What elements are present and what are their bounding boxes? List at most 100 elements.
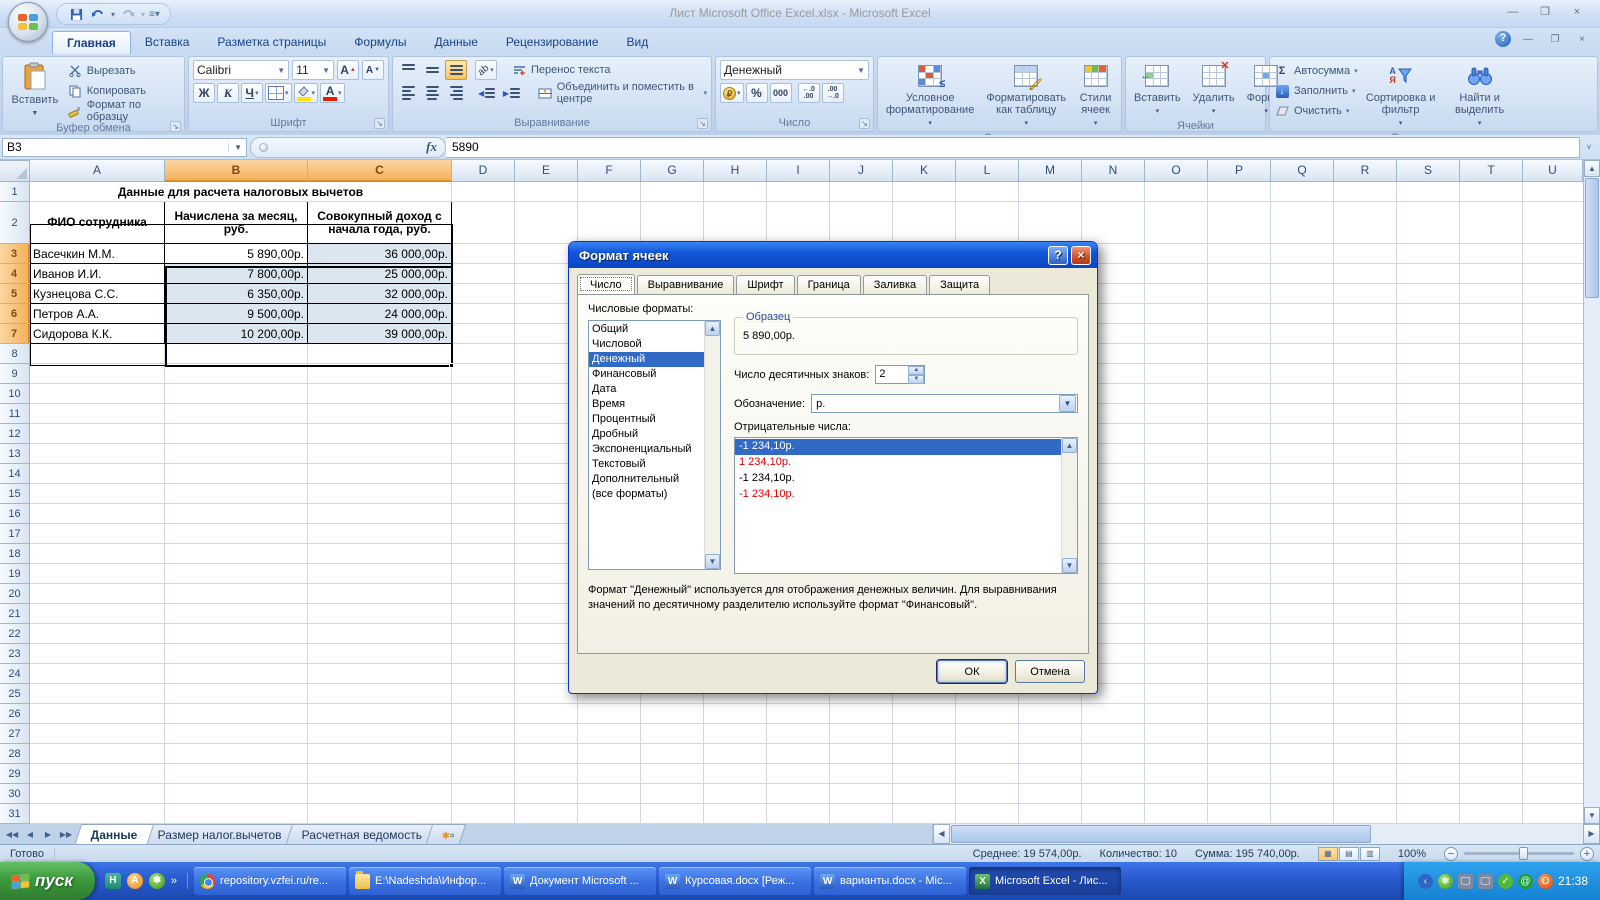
taskbar-task-2[interactable]: WДокумент Microsoft ... <box>504 867 656 895</box>
cell-empty[interactable] <box>30 804 165 824</box>
ribbon-tab-Данные[interactable]: Данные <box>421 31 492 54</box>
row-header-3[interactable]: 3 <box>0 244 30 264</box>
cell-empty[interactable] <box>30 644 165 664</box>
negative-scrollbar[interactable]: ▲▼ <box>1061 438 1077 573</box>
decrease-indent-button[interactable]: ◀ <box>475 83 498 103</box>
horizontal-scroll-thumb[interactable] <box>951 825 1371 843</box>
font-name-combo[interactable]: Calibri▼ <box>193 60 289 80</box>
cell-empty[interactable] <box>30 724 165 744</box>
cell-empty[interactable] <box>308 464 452 484</box>
cell-month-amount[interactable]: 10 200,00р. <box>165 324 308 344</box>
wb-close-icon[interactable]: × <box>1572 34 1592 45</box>
dialog-title-bar[interactable]: Формат ячеек ? × <box>569 242 1097 268</box>
cell-empty[interactable] <box>30 384 165 404</box>
clipboard-dialog-launcher-icon[interactable]: ↘ <box>170 121 181 132</box>
comma-style-button[interactable]: 000 <box>770 83 792 103</box>
undo-dropdown-icon[interactable]: ▾ <box>111 10 115 19</box>
save-icon[interactable] <box>67 5 85 23</box>
cell-month-amount[interactable]: 6 350,00р. <box>165 284 308 304</box>
cells-empty-region[interactable] <box>452 202 1583 244</box>
font-dialog-launcher-icon[interactable]: ↘ <box>374 118 385 129</box>
prev-sheet-icon[interactable]: ◀ <box>22 830 38 839</box>
taskbar-task-1[interactable]: E:\Nadeshda\Инфор... <box>349 867 501 895</box>
find-select-button[interactable]: Найти и выделить▾ <box>1444 60 1516 132</box>
horizontal-scrollbar[interactable]: ◀ ▶ <box>932 824 1600 844</box>
format-option-Дата[interactable]: Дата <box>589 382 704 397</box>
cell-empty[interactable] <box>308 564 452 584</box>
cell-empty[interactable] <box>308 644 452 664</box>
cells-empty-region[interactable] <box>452 744 1583 764</box>
tray-network-icon-1[interactable]: 🖵 <box>1458 874 1473 889</box>
shrink-font-button[interactable]: А▼ <box>362 60 384 80</box>
cell-empty[interactable] <box>30 764 165 784</box>
align-left-button[interactable] <box>397 83 419 103</box>
insert-cells-button[interactable]: ← Вставить▾ <box>1130 60 1185 120</box>
align-right-button[interactable] <box>445 83 467 103</box>
negative-option-2[interactable]: -1 234,10р. <box>735 471 1061 487</box>
cell-table-title[interactable]: Данные для расчета налоговых вычетов <box>30 182 452 202</box>
align-top-button[interactable] <box>397 60 419 80</box>
ribbon-tab-Рецензирование[interactable]: Рецензирование <box>492 31 613 54</box>
scroll-down-icon[interactable]: ▼ <box>1584 807 1600 824</box>
cell-empty[interactable] <box>165 344 308 364</box>
align-bottom-button[interactable] <box>445 60 467 80</box>
last-sheet-icon[interactable]: ▶▶ <box>58 830 74 839</box>
help-icon[interactable]: ? <box>1495 31 1511 47</box>
number-dialog-launcher-icon[interactable]: ↘ <box>859 118 870 129</box>
font-color-button[interactable]: А▾ <box>320 83 345 103</box>
cell-empty[interactable] <box>308 344 452 364</box>
clear-button[interactable]: Очистить▾ <box>1274 102 1358 120</box>
increase-decimal-button[interactable]: ←.0.00 <box>798 83 820 103</box>
cell-empty[interactable] <box>165 724 308 744</box>
ribbon-tab-Вставка[interactable]: Вставка <box>131 31 204 54</box>
row-header-1[interactable]: 1 <box>0 182 30 202</box>
ribbon-tab-Главная[interactable]: Главная <box>52 31 131 54</box>
cell-empty[interactable] <box>165 664 308 684</box>
cell-empty[interactable] <box>30 484 165 504</box>
cell-empty[interactable] <box>308 784 452 804</box>
zoom-out-icon[interactable]: − <box>1444 847 1458 861</box>
row-header-29[interactable]: 29 <box>0 764 30 784</box>
sort-filter-button[interactable]: АЯ Сортировка и фильтр▾ <box>1362 60 1440 132</box>
cell-empty[interactable] <box>30 584 165 604</box>
format-option-Числовой[interactable]: Числовой <box>589 337 704 352</box>
cell-empty[interactable] <box>165 644 308 664</box>
spinner-up-icon[interactable]: ▲ <box>908 366 924 375</box>
conditional-formatting-button[interactable]: ≤ Условное форматирование▾ <box>882 60 978 132</box>
cell-empty[interactable] <box>308 524 452 544</box>
increase-indent-button[interactable]: ▶ <box>500 83 523 103</box>
column-header-A[interactable]: A <box>30 160 165 182</box>
cell-empty[interactable] <box>165 764 308 784</box>
cell-empty[interactable] <box>30 424 165 444</box>
cell-empty[interactable] <box>308 584 452 604</box>
underline-button[interactable]: Ч▾ <box>241 83 263 103</box>
zoom-level[interactable]: 100% <box>1398 848 1426 860</box>
cell-empty[interactable] <box>308 504 452 524</box>
fill-button[interactable]: ↓ Заполнить▾ <box>1274 82 1358 100</box>
grow-font-button[interactable]: А▲ <box>337 60 359 80</box>
column-header-O[interactable]: O <box>1145 160 1208 182</box>
tray-chevron-icon[interactable]: ‹ <box>1418 874 1433 889</box>
cell-empty[interactable] <box>165 384 308 404</box>
wrap-text-button[interactable]: Перенос текста <box>511 61 611 79</box>
cell-empty[interactable] <box>165 464 308 484</box>
formats-scroll-up-icon[interactable]: ▲ <box>705 321 720 336</box>
formats-scrollbar[interactable]: ▲▼ <box>704 321 720 569</box>
cell-empty[interactable] <box>165 584 308 604</box>
cell-empty[interactable] <box>308 804 452 824</box>
dialog-tab-Граница[interactable]: Граница <box>797 275 861 295</box>
cell-empty[interactable] <box>30 744 165 764</box>
spinner-down-icon[interactable]: ▼ <box>908 375 924 384</box>
cell-empty[interactable] <box>308 684 452 704</box>
cell-month-amount[interactable]: 7 800,00р. <box>165 264 308 284</box>
row-header-13[interactable]: 13 <box>0 444 30 464</box>
ribbon-tab-Формулы[interactable]: Формулы <box>340 31 420 54</box>
row-header-22[interactable]: 22 <box>0 624 30 644</box>
cell-employee-name[interactable]: Сидорова К.К. <box>30 324 165 344</box>
cell-column-header-1[interactable]: Начислена за месяц, руб. <box>165 202 308 244</box>
format-option-Общий[interactable]: Общий <box>589 322 704 337</box>
cell-empty[interactable] <box>308 384 452 404</box>
column-header-N[interactable]: N <box>1082 160 1145 182</box>
cell-employee-name[interactable]: Иванов И.И. <box>30 264 165 284</box>
cell-empty[interactable] <box>308 444 452 464</box>
